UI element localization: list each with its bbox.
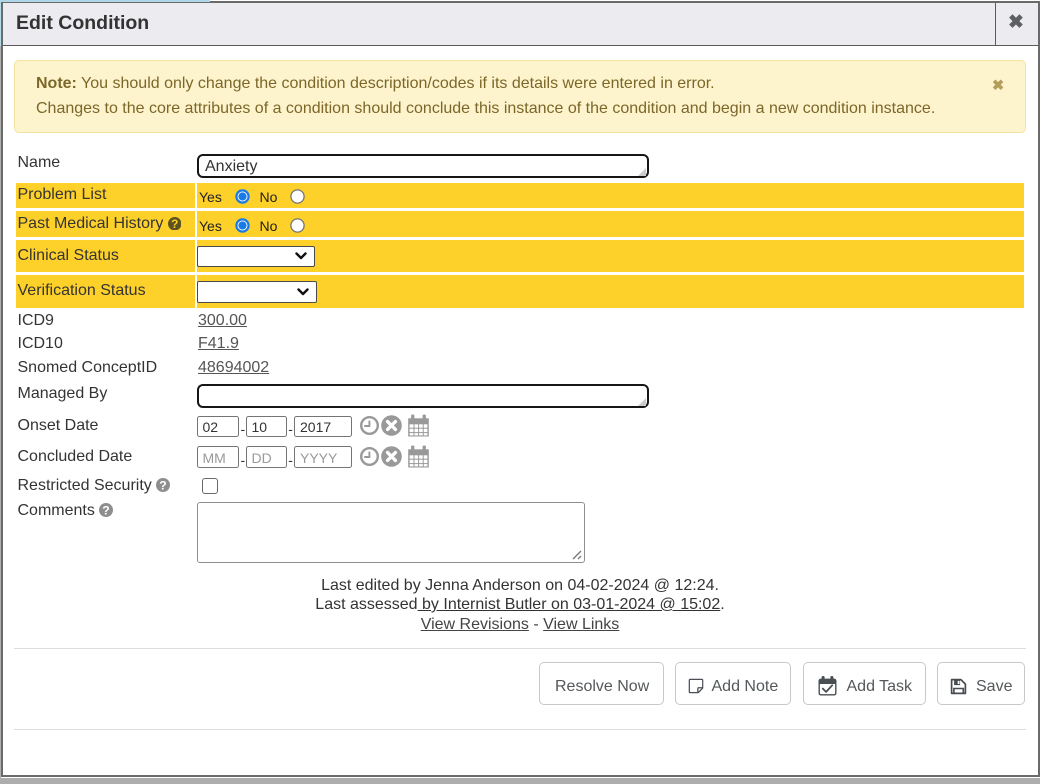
svg-text:?: ? <box>103 503 110 517</box>
svg-text:?: ? <box>171 217 178 231</box>
svg-text:?: ? <box>159 478 166 492</box>
